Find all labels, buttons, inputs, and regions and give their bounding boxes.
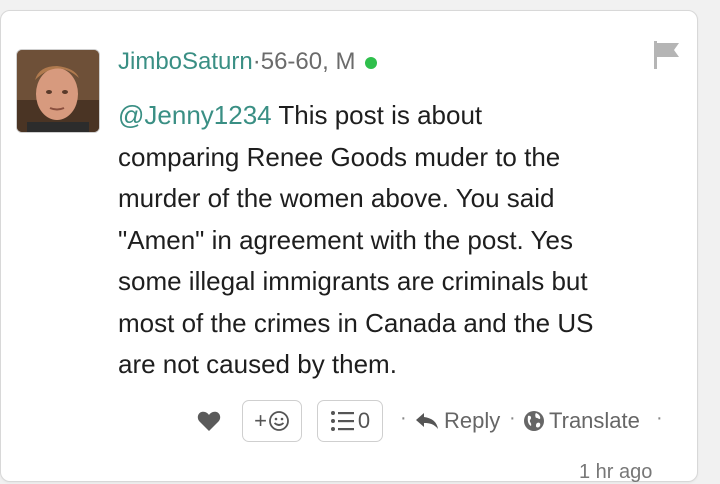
comment-actions: + 0 · Reply · Translate ·	[1, 396, 697, 444]
reactions-list-button[interactable]: 0	[317, 400, 383, 442]
comment-body: @Jenny1234 This post is about comparing …	[118, 95, 688, 386]
username-link[interactable]: JimboSaturn	[118, 48, 253, 76]
heart-icon[interactable]	[197, 410, 221, 432]
separator: ·	[252, 48, 261, 75]
reply-arrow-icon	[416, 413, 438, 429]
comment-line-7: are not caused by them.	[118, 349, 397, 379]
dot-separator: ·	[509, 407, 516, 429]
add-reaction-button[interactable]: +	[242, 400, 302, 442]
add-reaction-plus: +	[254, 408, 267, 433]
comment-line-6: most of the crimes in Canada and the US	[118, 307, 594, 338]
reply-button[interactable]: Reply	[414, 406, 500, 436]
dot-separator: ·	[656, 407, 663, 429]
comment-card: JimboSaturn · 56-60, M @Jenny1234 This p…	[0, 10, 698, 483]
comment-line-5: some illegal immigrants are criminals bu…	[118, 266, 588, 296]
smiley-icon	[269, 411, 289, 431]
comment-line-3: murder of the women above. You said	[118, 183, 555, 213]
list-icon	[330, 411, 354, 431]
timestamp: 1 hr ago	[579, 461, 653, 483]
flag-icon[interactable]	[651, 39, 683, 71]
avatar[interactable]	[16, 49, 100, 133]
age-gender: 56-60, M	[260, 48, 356, 75]
dot-separator: ·	[400, 407, 407, 429]
online-status-icon	[365, 57, 378, 69]
comment-header: JimboSaturn · 56-60, M	[118, 47, 378, 77]
comment-line-4: "Amen" in agreement with the post. Yes	[118, 224, 573, 255]
mention-link[interactable]: @Jenny1234	[118, 100, 272, 130]
comment-line-1: @Jenny1234 This post is about	[118, 100, 483, 130]
reply-label: Reply	[444, 408, 501, 433]
comment-line-2: comparing Renee Goods muder to the	[118, 141, 561, 172]
translate-button[interactable]: Translate	[523, 406, 640, 436]
reaction-count: 0	[357, 408, 371, 433]
translate-label: Translate	[549, 408, 640, 433]
globe-icon	[524, 411, 544, 431]
